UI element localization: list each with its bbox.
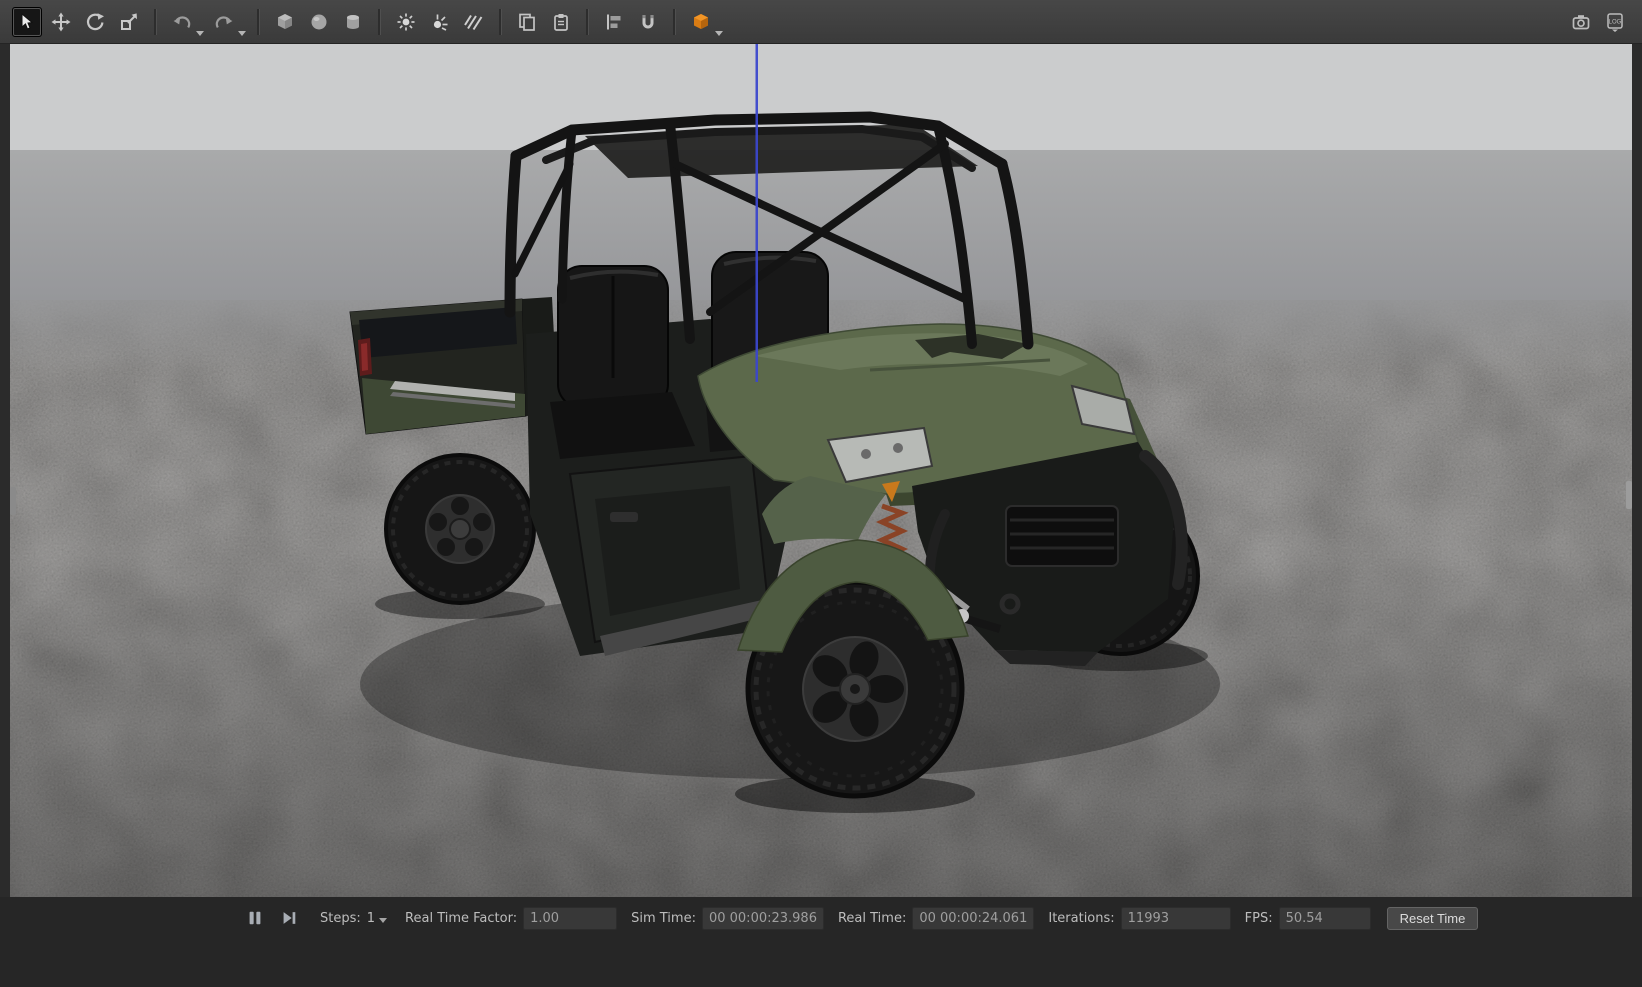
toolbar-separator <box>499 9 502 35</box>
undo-dropdown-caret[interactable] <box>196 31 204 36</box>
playback-controls: Steps: 1 Real Time Factor: 1.00 Sim Time… <box>238 903 1642 933</box>
view-angle-dropdown-caret[interactable] <box>715 31 723 36</box>
align-button[interactable] <box>599 7 629 37</box>
insert-sphere-button[interactable] <box>304 7 334 37</box>
scale-tool-button[interactable] <box>114 7 144 37</box>
step-icon <box>280 909 298 927</box>
svg-text:LOG: LOG <box>1609 19 1622 25</box>
pause-icon <box>246 909 264 927</box>
snap-magnet-icon <box>638 12 658 32</box>
undo-button[interactable] <box>167 7 197 37</box>
iterations-label: Iterations: <box>1048 911 1114 926</box>
copy-button[interactable] <box>512 7 542 37</box>
paste-button[interactable] <box>546 7 576 37</box>
redo-dropdown-caret[interactable] <box>238 31 246 36</box>
copy-icon <box>517 12 537 32</box>
translate-icon <box>51 12 71 32</box>
point-light-icon <box>396 12 416 32</box>
real-time-label: Real Time: <box>838 911 906 926</box>
spot-light-button[interactable] <box>425 7 455 37</box>
simulation-statusbar: Steps: 1 Real Time Factor: 1.00 Sim Time… <box>0 897 1642 987</box>
scale-icon <box>119 12 139 32</box>
step-button[interactable] <box>276 906 302 930</box>
real-time-value: 00 00:00:24.061 <box>912 907 1034 930</box>
steps-label: Steps: <box>320 911 361 926</box>
z-axis-line <box>756 44 759 382</box>
directional-light-button[interactable] <box>459 7 489 37</box>
left-splitter-handle[interactable] <box>10 487 16 515</box>
rtf-label: Real Time Factor: <box>405 911 517 926</box>
insert-box-button[interactable] <box>270 7 300 37</box>
data-logger-button[interactable]: LOG <box>1600 7 1630 37</box>
fps-value: 50.54 <box>1279 907 1371 930</box>
toolbar-separator <box>257 9 260 35</box>
scene-render <box>10 44 1632 897</box>
translate-tool-button[interactable] <box>46 7 76 37</box>
paste-icon <box>551 12 571 32</box>
redo-icon <box>214 12 234 32</box>
fps-label: FPS: <box>1245 911 1273 926</box>
directional-light-icon <box>464 12 484 32</box>
camera-icon <box>1571 12 1591 32</box>
log-icon: LOG <box>1605 12 1625 32</box>
pause-button[interactable] <box>242 906 268 930</box>
3d-viewport[interactable] <box>10 44 1632 897</box>
rtf-value: 1.00 <box>523 907 617 930</box>
rotate-icon <box>85 12 105 32</box>
screenshot-button[interactable] <box>1566 7 1596 37</box>
view-angle-button[interactable] <box>686 7 716 37</box>
insert-cylinder-button[interactable] <box>338 7 368 37</box>
toolbar-separator <box>673 9 676 35</box>
point-light-button[interactable] <box>391 7 421 37</box>
view-angle-cube-icon <box>691 12 711 32</box>
right-splitter-handle[interactable] <box>1626 481 1632 509</box>
gazebo-window: LOG <box>0 0 1642 987</box>
toolbar-separator <box>378 9 381 35</box>
redo-button[interactable] <box>209 7 239 37</box>
select-icon <box>17 12 37 32</box>
rear-left-wheel <box>386 455 534 603</box>
snap-button[interactable] <box>633 7 663 37</box>
cylinder-icon <box>343 12 363 32</box>
sim-time-value: 00 00:00:23.986 <box>702 907 824 930</box>
sim-time-label: Sim Time: <box>631 911 696 926</box>
steps-value[interactable]: 1 <box>367 911 375 926</box>
undo-icon <box>172 12 192 32</box>
iterations-value: 11993 <box>1121 907 1231 930</box>
reset-time-button[interactable]: Reset Time <box>1387 907 1479 930</box>
main-toolbar: LOG <box>0 0 1642 44</box>
toolbar-separator <box>586 9 589 35</box>
box-icon <box>275 12 295 32</box>
rotate-tool-button[interactable] <box>80 7 110 37</box>
toolbar-separator <box>154 9 157 35</box>
align-icon <box>604 12 624 32</box>
steps-dropdown-caret[interactable] <box>379 918 387 923</box>
spot-light-icon <box>430 12 450 32</box>
select-tool-button[interactable] <box>12 7 42 37</box>
sphere-icon <box>309 12 329 32</box>
